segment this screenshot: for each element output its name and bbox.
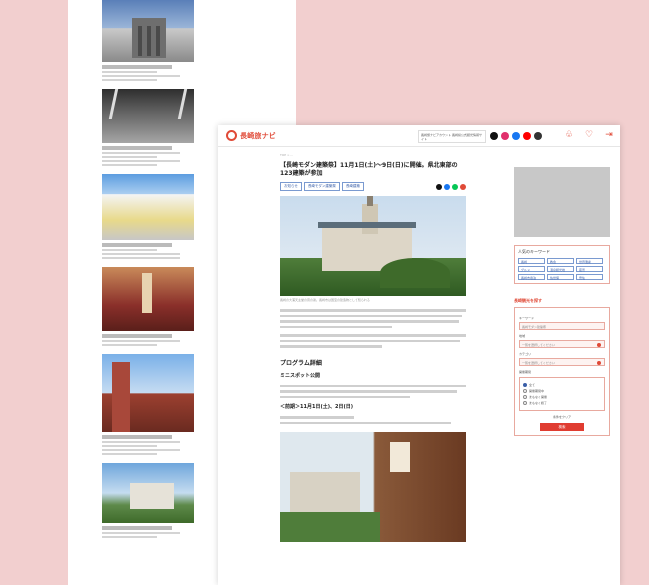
hero-image-church	[280, 196, 466, 296]
keyword-tag[interactable]: 世界遺産	[576, 258, 603, 264]
category-select[interactable]: 一覧を選択してください	[519, 358, 605, 366]
line-share-icon[interactable]	[452, 183, 458, 190]
subsection-heading: ミニスポット公開	[280, 372, 321, 379]
line-icon[interactable]	[534, 132, 542, 140]
keyword-label: キーワード	[519, 316, 535, 320]
search-button[interactable]: 検索	[540, 423, 584, 431]
sidebar: 人気のキーワード 長崎 教会 世界遺産 グルメ 温泉観光地 夜景 長崎市宿泊 佐…	[514, 167, 610, 436]
keyword-tag[interactable]: 教会	[547, 258, 574, 264]
keywords-title: 人気のキーワード	[518, 249, 550, 254]
hero-caption: 長崎の大浦天主堂の昔の姿。長崎市は国宝の建造物として知られる	[280, 298, 370, 302]
sns-links	[490, 132, 542, 140]
keyword-tag[interactable]: 温泉観光地	[547, 266, 574, 272]
period-label: 開催期間	[519, 370, 532, 374]
radio-option[interactable]: まもなく終了	[523, 401, 601, 405]
header-actions: ♧ ♡ ⇥	[564, 129, 614, 141]
article-paragraph	[280, 416, 466, 424]
search-form: キーワード 長崎モダン建築祭 地域 一覧を選択してください カテゴリ 一覧を選択…	[514, 307, 610, 436]
keyword-tag[interactable]: グルメ	[518, 266, 545, 272]
article-image-buildings	[280, 432, 466, 542]
building-photo-modern	[102, 174, 194, 240]
section-heading: プログラム詳細	[280, 359, 322, 367]
area-select[interactable]: 一覧を選択してください	[519, 340, 605, 348]
account-banner[interactable]: 長崎旅ナビアカウント 長崎県公式観光情報サイト	[418, 130, 486, 143]
building-list	[102, 0, 194, 540]
area-label: 地域	[519, 334, 526, 338]
article-paragraph	[280, 309, 466, 328]
popular-keywords: 人気のキーワード 長崎 教会 世界遺産 グルメ 温泉観光地 夜景 長崎市宿泊 佐…	[514, 245, 610, 284]
keyword-tag[interactable]: 雲仙	[576, 274, 603, 280]
logo-text: 長崎旅ナビ	[240, 131, 276, 140]
radio-option[interactable]: 開催期間中	[523, 389, 601, 393]
period-radio-group: 全て 開催期間中 まもなく開催 まもなく終了	[519, 377, 605, 411]
article-page: 長崎旅ナビ 長崎旅ナビアカウント 長崎県公式観光情報サイト ♧ ♡ ⇥ TOP …	[218, 125, 620, 585]
keyword-tag[interactable]: 夜景	[576, 266, 603, 272]
building-photo-hall	[102, 267, 194, 331]
subsection-heading: ＜前期＞11月1日(土)、2日(日)	[280, 404, 354, 410]
chevron-down-icon	[597, 361, 601, 365]
x-icon[interactable]	[490, 132, 498, 140]
ad-banner[interactable]	[514, 167, 610, 237]
article-title: 【長崎モダン建築祭】11月1日(土)〜9日(日)に開催。県北東部の123建築が参…	[280, 162, 458, 177]
radio-option[interactable]: 全て	[523, 383, 601, 387]
article-tags: お知らせ 長崎モダン建築祭 長崎建築	[280, 182, 466, 191]
login-icon[interactable]: ⇥	[604, 129, 614, 141]
instagram-icon[interactable]	[501, 132, 509, 140]
building-photo-bank	[102, 0, 194, 62]
tag-item[interactable]: 長崎モダン建築祭	[303, 182, 340, 191]
keyword-input[interactable]: 長崎モダン建築祭	[519, 322, 605, 330]
facebook-icon[interactable]	[512, 132, 520, 140]
logo-icon	[226, 130, 237, 141]
breadcrumb[interactable]: TOP > ...	[280, 153, 466, 158]
share-buttons	[436, 183, 466, 190]
keyword-tag[interactable]: 長崎市宿泊	[518, 274, 545, 280]
building-photo-cathedral	[102, 463, 194, 523]
keyword-tag[interactable]: 佐世保	[547, 274, 574, 280]
keyword-list: 長崎 教会 世界遺産 グルメ 温泉観光地 夜景 長崎市宿泊 佐世保 雲仙	[518, 258, 606, 280]
youtube-icon[interactable]	[523, 132, 531, 140]
search-title: 長崎観光を探す	[514, 298, 542, 303]
bell-icon[interactable]: ♧	[564, 129, 574, 141]
tag-item[interactable]: 長崎建築	[341, 182, 364, 191]
bookmark-icon[interactable]: ♡	[584, 129, 594, 141]
x-share-icon[interactable]	[436, 183, 442, 190]
site-logo[interactable]: 長崎旅ナビ	[226, 130, 276, 141]
keyword-tag[interactable]: 長崎	[518, 258, 545, 264]
site-header: 長崎旅ナビ 長崎旅ナビアカウント 長崎県公式観光情報サイト ♧ ♡ ⇥	[218, 125, 620, 147]
radio-option[interactable]: まもなく開催	[523, 395, 601, 399]
article-main: TOP > ... 【長崎モダン建築祭】11月1日(土)〜9日(日)に開催。県北…	[280, 153, 466, 542]
building-photo-interior	[102, 89, 194, 143]
facebook-share-icon[interactable]	[444, 183, 450, 190]
tag-item[interactable]: お知らせ	[280, 182, 302, 191]
chevron-down-icon	[597, 343, 601, 347]
article-paragraph	[280, 384, 466, 398]
share-icon[interactable]	[460, 183, 466, 190]
reset-link[interactable]: 条件をクリア	[519, 415, 605, 419]
article-paragraph	[280, 334, 466, 348]
building-photo-church	[102, 354, 194, 432]
category-label: カテゴリ	[519, 352, 532, 356]
